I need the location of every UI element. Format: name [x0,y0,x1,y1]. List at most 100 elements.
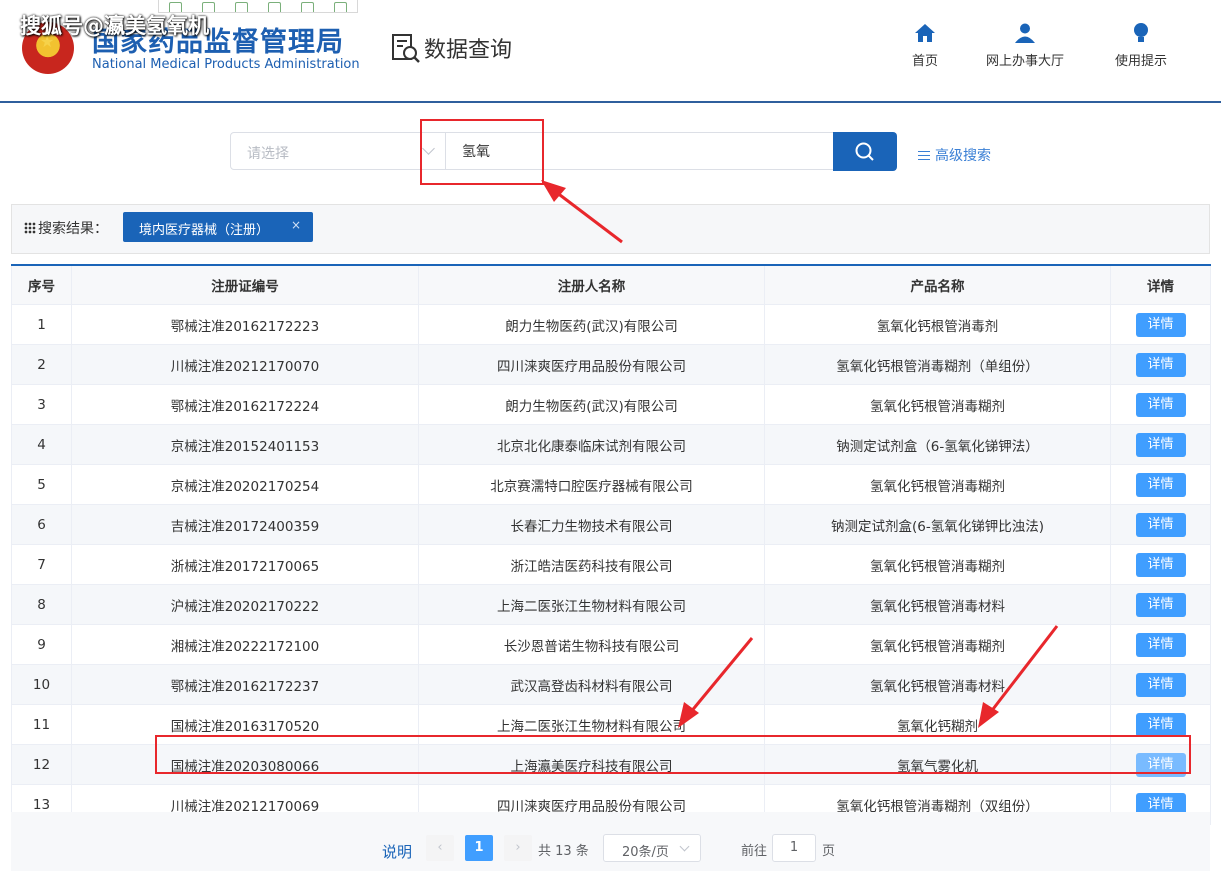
cell-detail: 详情 [1110,504,1211,545]
advanced-search-link[interactable]: 高级搜索 [918,145,991,165]
cell-index: 4 [11,424,72,465]
annotation-highlight-search [420,119,544,185]
cell-index: 8 [11,584,72,625]
header-index: 序号 [11,264,72,305]
nav-home[interactable]: 首页 [912,22,938,69]
cell-reg-number: 鄂械注准20162172237 [71,664,419,705]
cell-reg-number: 湘械注准20222172100 [71,624,419,665]
nav-home-label: 首页 [912,54,939,69]
search-button[interactable] [833,132,897,171]
cell-detail: 详情 [1110,544,1211,585]
cell-index: 1 [11,304,72,345]
cell-index: 9 [11,624,72,665]
cell-index: 5 [11,464,72,505]
cell-reg-number: 沪械注准20202170222 [71,584,419,625]
cell-detail: 详情 [1110,344,1211,385]
cell-index: 3 [11,384,72,425]
close-icon[interactable]: × [291,218,301,232]
header-detail: 详情 [1110,264,1211,305]
next-page-button[interactable]: › [504,835,532,861]
table-row: 6 吉械注准20172400359 长春汇力生物技术有限公司 钠测定试剂盒(6-氢氧化… [11,504,1211,545]
cell-reg-number: 鄂械注准20162172224 [71,384,419,425]
prev-page-button[interactable]: ‹ [426,835,454,861]
data-query-icon [392,34,420,63]
cell-registrant: 北京赛濡特口腔医疗器械有限公司 [418,464,765,505]
result-label: 搜索结果： [24,218,108,238]
category-select-placeholder: 请选择 [247,146,289,162]
goto-page-input[interactable]: 1 [772,834,816,862]
table-row: 7 浙械注准20172170065 浙江皓洁医药科技有限公司 氢氧化钙根管消毒糊剂 详情 [11,544,1211,585]
page-size-select[interactable]: 20条/页 [603,834,701,862]
cell-index: 12 [11,744,72,785]
total-count: 共 13 条 [538,844,589,859]
user-icon [1015,23,1035,43]
grid-icon [24,222,36,234]
nav-online-hall-label: 网上办事大厅 [986,54,1065,69]
cell-registrant: 朗力生物医药(武汉)有限公司 [418,384,765,425]
cell-product: 氢氧化钙根管消毒糊剂 [764,384,1111,425]
cell-index: 10 [11,664,72,705]
floating-toolbar[interactable] [158,0,358,13]
cell-product: 氢氧化钙根管消毒糊剂 [764,624,1111,665]
cell-product: 钠测定试剂盒(6-氢氧化锑钾比浊法) [764,504,1111,545]
detail-button[interactable]: 详情 [1135,632,1186,657]
page-unit-label: 页 [822,844,836,859]
cell-detail: 详情 [1110,464,1211,505]
page-title: 数据查询 [424,38,513,63]
cell-product: 氢氧化钙根管消毒糊剂（单组份） [764,344,1111,385]
nav-usage-tips[interactable]: 使用提示 [1115,22,1167,69]
detail-button[interactable]: 详情 [1135,552,1186,577]
annotation-highlight-row [155,735,1191,774]
cell-detail: 详情 [1110,384,1211,425]
goto-label: 前往 [741,844,768,859]
cell-detail: 详情 [1110,664,1211,705]
cell-reg-number: 京械注准20202170254 [71,464,419,505]
cell-registrant: 长春汇力生物技术有限公司 [418,504,765,545]
home-icon [915,24,935,42]
table-row: 10 鄂械注准20162172237 武汉高登齿科材料有限公司 氢氧化钙根管消毒材料详… [11,664,1211,705]
org-name-en[interactable]: National Medical Products Administration [92,57,360,72]
cell-reg-number: 京械注准20152401153 [71,424,419,465]
page-size-value: 20条/页 [622,845,669,860]
nav-online-hall[interactable]: 网上办事大厅 [986,22,1064,69]
cell-registrant: 四川涞爽医疗用品股份有限公司 [418,344,765,385]
cell-detail: 详情 [1110,584,1211,625]
detail-button[interactable]: 详情 [1135,512,1186,537]
cell-index: 7 [11,544,72,585]
cell-detail: 详情 [1110,424,1211,465]
detail-button[interactable]: 详情 [1135,392,1186,417]
page-number-current[interactable]: 1 [465,835,493,861]
detail-button[interactable]: 详情 [1135,472,1186,497]
cell-registrant: 武汉高登齿科材料有限公司 [418,664,765,705]
result-label-text: 搜索结果： [38,221,108,237]
explain-link[interactable]: 说明 [382,841,412,862]
detail-button[interactable]: 详情 [1135,312,1186,337]
cell-reg-number: 鄂械注准20162172223 [71,304,419,345]
cell-registrant: 北京北化康泰临床试剂有限公司 [418,424,765,465]
cell-index: 2 [11,344,72,385]
filter-icon [918,150,930,160]
watermark-text: 搜狐号@瀛美氢氧机 [20,14,209,38]
cell-product: 氢氧化钙根管消毒糊剂 [764,464,1111,505]
detail-button[interactable]: 详情 [1135,592,1186,617]
category-select[interactable]: 请选择 [230,132,446,170]
detail-button[interactable]: 详情 [1135,672,1186,697]
search-icon [855,142,874,161]
result-filter-tag[interactable]: 境内医疗器械（注册） × [123,212,313,242]
detail-button[interactable]: 详情 [1135,352,1186,377]
chevron-down-icon [679,841,690,852]
table-row: 5 京械注准20202170254 北京赛濡特口腔医疗器械有限公司 氢氧化钙根管消毒糊… [11,464,1211,505]
header-product: 产品名称 [764,264,1111,305]
cell-index: 11 [11,704,72,745]
table-row: 4 京械注准20152401153 北京北化康泰临床试剂有限公司 钠测定试剂盒（6-氢… [11,424,1211,465]
cell-product: 氢氧化钙根管消毒剂 [764,304,1111,345]
table-header-row: 序号 注册证编号 注册人名称 产品名称 详情 [11,264,1211,305]
bulb-icon [1134,23,1148,42]
table-row: 9 湘械注准20222172100 长沙恩普诺生物科技有限公司 氢氧化钙根管消毒糊剂详… [11,624,1211,665]
cell-registrant: 长沙恩普诺生物科技有限公司 [418,624,765,665]
cell-product: 氢氧化钙根管消毒材料 [764,664,1111,705]
detail-button[interactable]: 详情 [1135,432,1186,457]
table-row: 2 川械注准20212170070 四川涞爽医疗用品股份有限公司 氢氧化钙根管消毒糊剂… [11,344,1211,385]
detail-button[interactable]: 详情 [1135,712,1186,737]
cell-reg-number: 浙械注准20172170065 [71,544,419,585]
